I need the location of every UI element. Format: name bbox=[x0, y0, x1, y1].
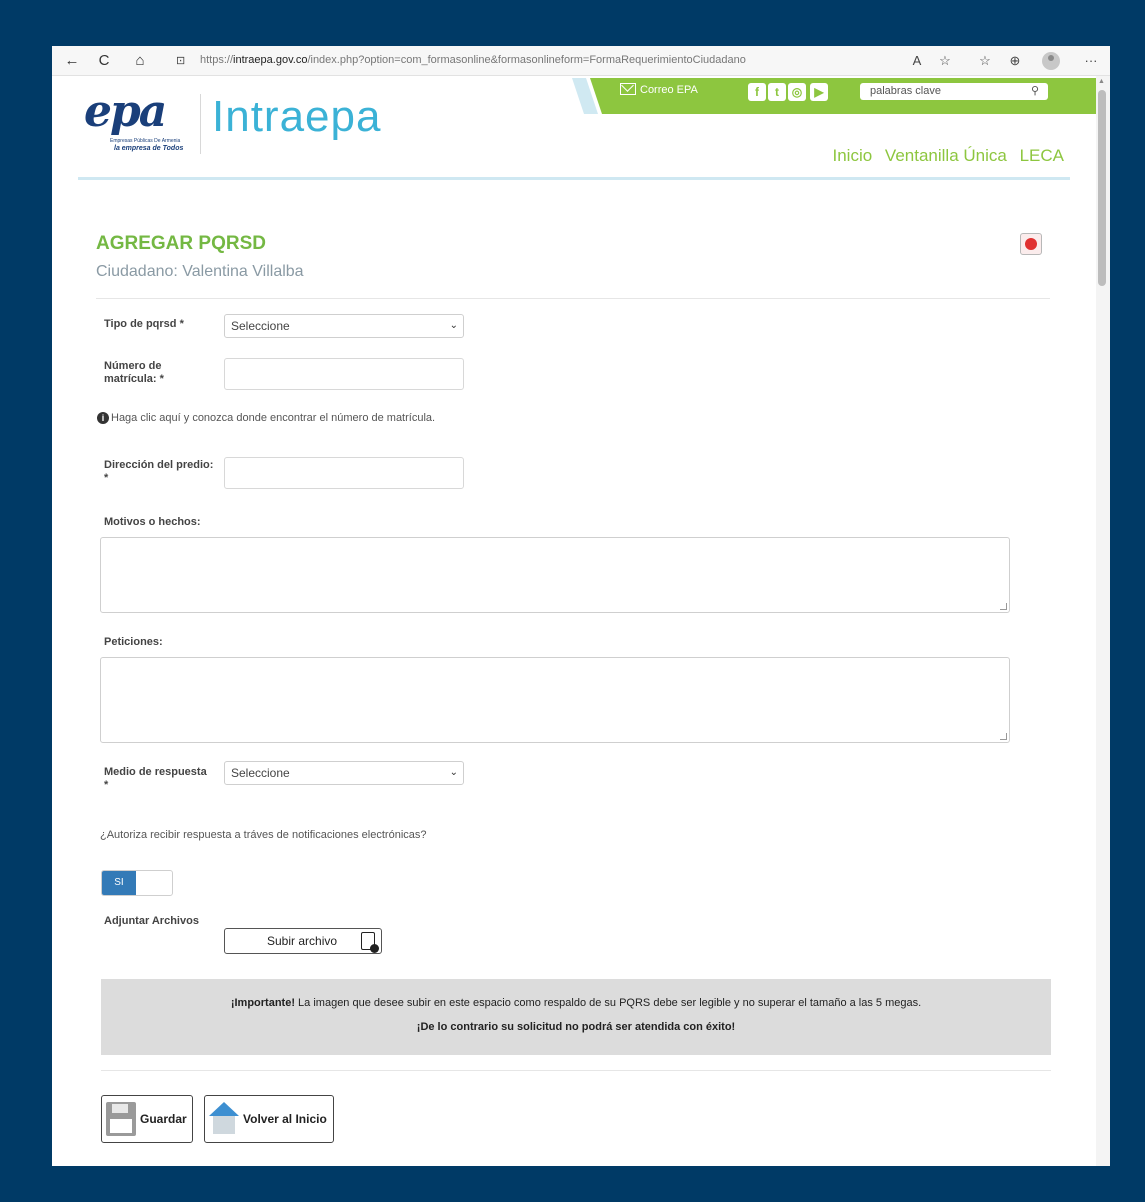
site-name: Intraepa bbox=[212, 92, 382, 141]
direccion-label-line2: * bbox=[104, 472, 109, 484]
search-icon[interactable]: ⚲ bbox=[1031, 84, 1045, 98]
search-input[interactable]: palabras clave bbox=[860, 83, 1048, 100]
favorites-icon[interactable]: ☆ bbox=[976, 52, 994, 70]
logo-separator bbox=[200, 94, 201, 154]
notice-text: La imagen que desee subir en este espaci… bbox=[295, 997, 922, 1009]
guardar-label: Guardar bbox=[140, 1112, 187, 1126]
notice-important: ¡Importante! bbox=[230, 997, 295, 1009]
scroll-up-arrow[interactable]: ▲ bbox=[1098, 78, 1105, 85]
url-host: intraepa.gov.co bbox=[233, 54, 308, 66]
volver-inicio-button[interactable]: Volver al Inicio bbox=[204, 1095, 334, 1143]
top-navigation: Inicio Ventanilla Única LECA bbox=[825, 146, 1065, 166]
logo-tagline: la empresa de Todos bbox=[114, 145, 184, 152]
motivos-label: Motivos o hechos: bbox=[104, 516, 201, 528]
chevron-down-icon: ⌄ bbox=[449, 767, 458, 778]
header-divider bbox=[78, 177, 1070, 180]
autoriza-toggle[interactable]: SI bbox=[101, 870, 173, 896]
form-divider bbox=[96, 298, 1050, 299]
bottom-divider bbox=[101, 1070, 1051, 1071]
peticiones-textarea[interactable] bbox=[100, 657, 1010, 743]
notice-line2: ¡De lo contrario su solicitud no podrá s… bbox=[416, 1021, 736, 1033]
matricula-label-line2: matrícula: * bbox=[104, 373, 164, 385]
mail-icon bbox=[620, 83, 636, 95]
direccion-label: Dirección del predio: * bbox=[104, 459, 213, 485]
logout-power-icon[interactable] bbox=[1020, 233, 1042, 255]
url-prefix: https:// bbox=[200, 54, 234, 66]
collections-icon[interactable]: ⊕ bbox=[1006, 52, 1024, 70]
favorite-add-icon[interactable]: ☆ bbox=[936, 52, 954, 70]
medio-respuesta-label: Medio de respuesta * bbox=[104, 766, 207, 792]
nav-leca[interactable]: LECA bbox=[1020, 146, 1064, 165]
matricula-input[interactable] bbox=[224, 358, 464, 390]
tipo-pqrsd-select[interactable]: Seleccione ⌄ bbox=[224, 314, 464, 338]
volver-label: Volver al Inicio bbox=[243, 1112, 327, 1126]
url-path: /index.php?option=com_formasonline&forma… bbox=[307, 54, 746, 66]
matricula-help-link[interactable]: i Haga clic aquí y conozca donde encontra… bbox=[97, 412, 435, 424]
instagram-icon[interactable]: ◎ bbox=[788, 83, 806, 101]
medio-respuesta-value: Seleccione bbox=[231, 766, 290, 780]
autoriza-question: ¿Autoriza recibir respuesta a tráves de … bbox=[100, 829, 427, 841]
matricula-label: Número de matrícula: * bbox=[104, 360, 164, 386]
medio-label-line1: Medio de respuesta bbox=[104, 766, 207, 778]
address-bar[interactable]: https://intraepa.gov.co/index.php?option… bbox=[200, 54, 746, 66]
notice-line1: ¡Importante! La imagen que desee subir e… bbox=[101, 997, 1051, 1009]
correo-link[interactable]: Correo EPA bbox=[620, 83, 698, 96]
scrollbar-thumb[interactable] bbox=[1098, 90, 1106, 286]
read-aloud-icon[interactable]: A bbox=[908, 52, 926, 70]
upload-label: Subir archivo bbox=[267, 934, 338, 948]
tipo-pqrsd-value: Seleccione bbox=[231, 319, 290, 333]
browser-toolbar: ← C ⌂ ⊡ https://intraepa.gov.co/index.ph… bbox=[52, 46, 1110, 76]
logo-text: epa bbox=[84, 86, 167, 137]
home-icon[interactable]: ⌂ bbox=[130, 51, 150, 71]
page-title: AGREGAR PQRSD bbox=[96, 233, 266, 254]
peticiones-label: Peticiones: bbox=[104, 636, 163, 648]
refresh-icon[interactable]: C bbox=[94, 51, 114, 71]
youtube-icon[interactable]: ▶ bbox=[810, 83, 828, 101]
twitter-icon[interactable]: t bbox=[768, 83, 786, 101]
important-notice: ¡Importante! La imagen que desee subir e… bbox=[101, 979, 1051, 1055]
nav-ventanilla-unica[interactable]: Ventanilla Única bbox=[885, 146, 1007, 165]
medio-label-line2: * bbox=[104, 779, 109, 791]
citizen-name: Ciudadano: Valentina Villalba bbox=[96, 263, 304, 280]
adjuntar-label: Adjuntar Archivos bbox=[104, 915, 199, 927]
correo-label: Correo EPA bbox=[640, 84, 698, 96]
more-menu-icon[interactable]: ··· bbox=[1082, 52, 1100, 70]
browser-window: ← C ⌂ ⊡ https://intraepa.gov.co/index.ph… bbox=[52, 46, 1110, 1166]
matricula-label-line1: Número de bbox=[104, 360, 162, 372]
tipo-pqrsd-label: Tipo de pqrsd * bbox=[104, 318, 184, 330]
save-icon bbox=[106, 1102, 136, 1136]
motivos-textarea[interactable] bbox=[100, 537, 1010, 613]
direccion-input[interactable] bbox=[224, 457, 464, 489]
profile-avatar[interactable] bbox=[1042, 52, 1060, 70]
add-file-icon bbox=[361, 932, 379, 953]
logo-small-text: Empresas Públicas De Armenia bbox=[110, 138, 181, 144]
matricula-help-text: Haga clic aquí y conozca donde encontrar… bbox=[111, 412, 436, 424]
toggle-si[interactable]: SI bbox=[102, 871, 136, 895]
facebook-icon[interactable]: f bbox=[748, 83, 766, 101]
lock-icon[interactable]: ⊡ bbox=[176, 54, 190, 68]
guardar-button[interactable]: Guardar bbox=[101, 1095, 193, 1143]
epa-logo[interactable]: epa Empresas Públicas De Armenia la empr… bbox=[74, 86, 194, 156]
nav-inicio[interactable]: Inicio bbox=[833, 146, 873, 165]
info-icon: i bbox=[97, 412, 109, 424]
chevron-down-icon: ⌄ bbox=[449, 320, 458, 331]
home-icon bbox=[207, 1100, 241, 1138]
upload-file-button[interactable]: Subir archivo bbox=[224, 928, 382, 954]
back-icon[interactable]: ← bbox=[62, 51, 82, 71]
medio-respuesta-select[interactable]: Seleccione ⌄ bbox=[224, 761, 464, 785]
direccion-label-line1: Dirección del predio: bbox=[104, 459, 214, 471]
